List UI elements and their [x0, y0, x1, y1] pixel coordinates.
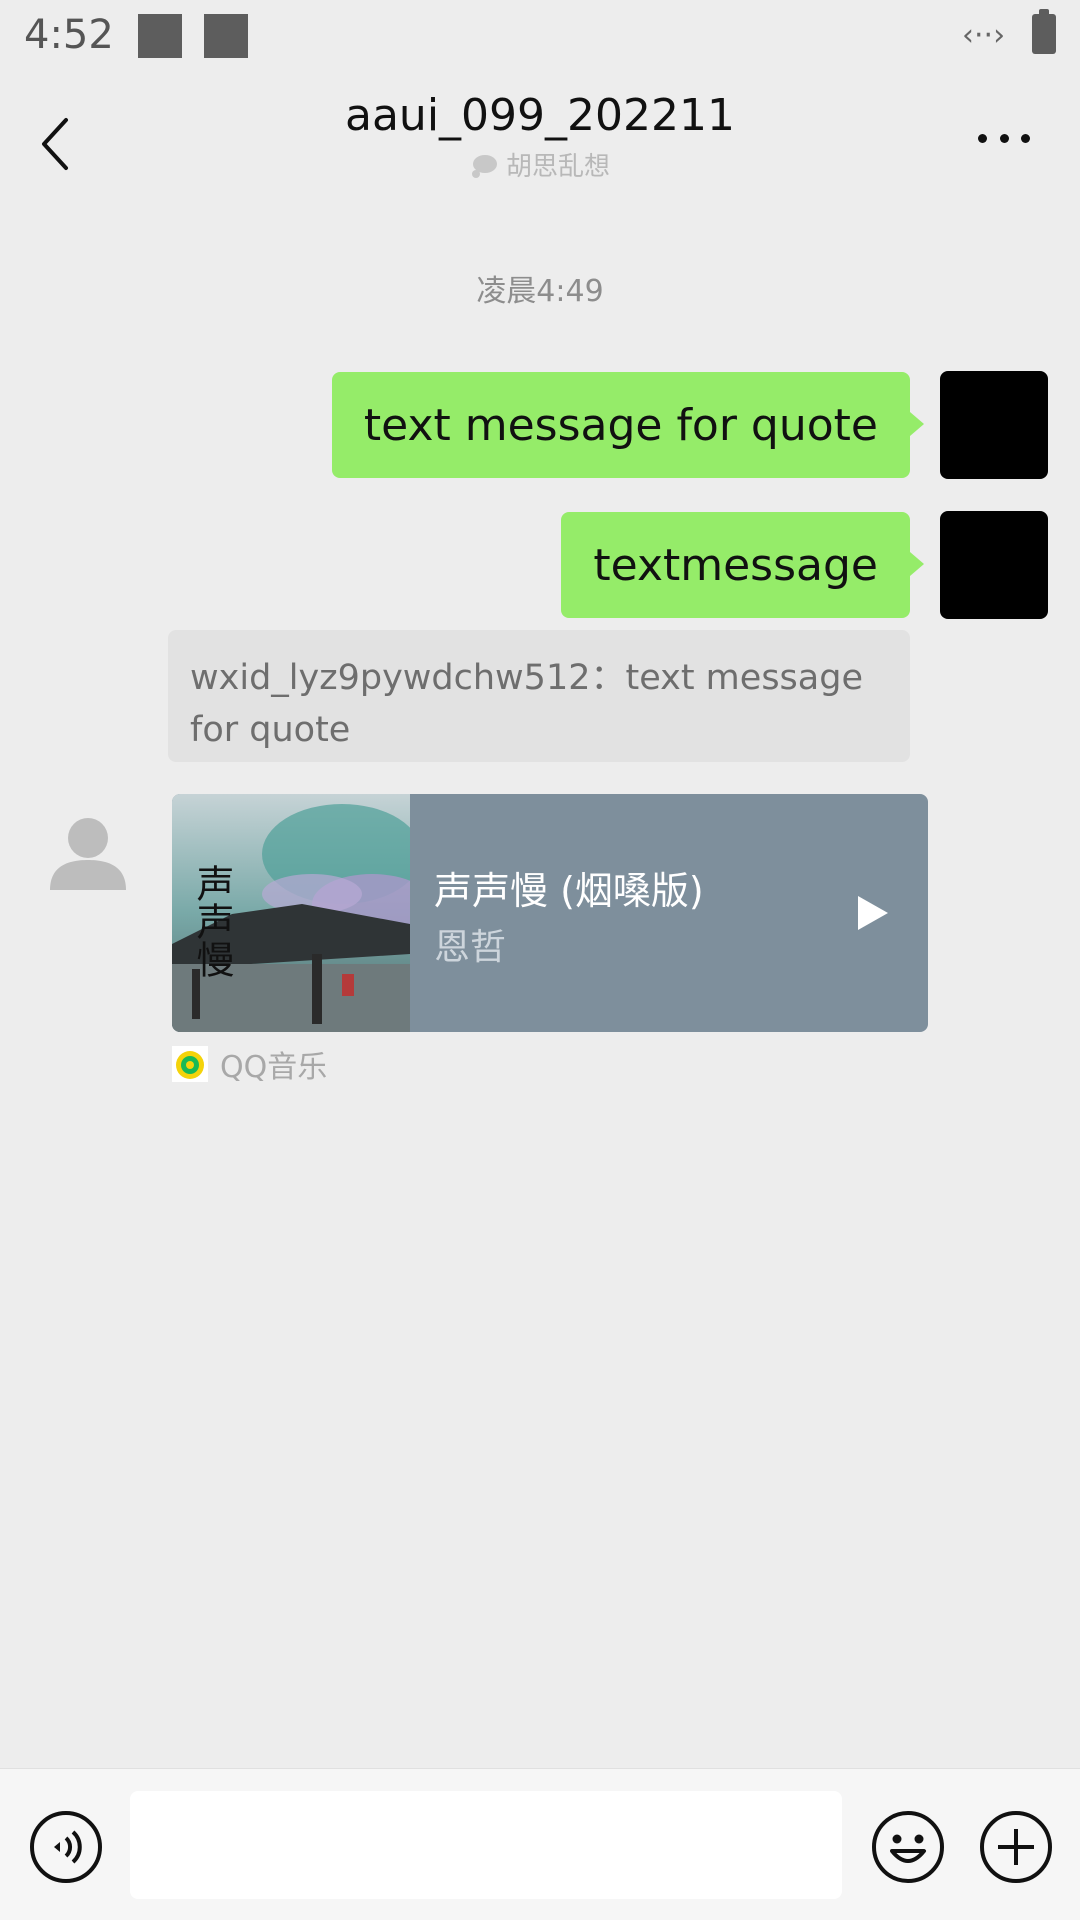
default-avatar-icon	[50, 818, 126, 890]
battery-icon	[1032, 9, 1056, 54]
emoji-icon[interactable]	[870, 1809, 946, 1885]
outgoing-message[interactable]: textmessage	[561, 512, 924, 618]
peer-avatar[interactable]	[40, 806, 136, 902]
album-art: 声声慢	[172, 794, 410, 1032]
message-timestamp: 凌晨4:49	[476, 274, 604, 309]
music-card[interactable]: 声声慢 声声慢 (烟嗓版) 恩哲	[172, 794, 928, 1032]
chat-header: aaui_099_202211 胡思乱想	[0, 76, 1080, 200]
self-avatar[interactable]	[940, 511, 1048, 619]
status-bubble-icon	[471, 155, 497, 178]
message-input[interactable]	[130, 1791, 842, 1899]
qq-music-icon	[172, 1046, 208, 1082]
back-button[interactable]	[36, 114, 80, 174]
status-text: 胡思乱想	[505, 152, 610, 182]
quote-text: wxid_lyz9pywdchw512：text message for quo…	[190, 658, 863, 750]
more-icon-dot	[999, 133, 1009, 143]
song-artist: 恩哲	[434, 927, 507, 968]
album-art-text: 声声慢	[190, 864, 234, 978]
more-button[interactable]	[972, 120, 1036, 156]
more-icon-dot	[1021, 133, 1030, 143]
message-text: textmessage	[593, 539, 878, 591]
outgoing-message[interactable]: text message for quote	[331, 372, 925, 478]
plus-icon[interactable]	[978, 1809, 1054, 1885]
status-time: 4:52	[24, 12, 114, 58]
song-title: 声声慢 (烟嗓版)	[434, 869, 704, 913]
notification-icon	[204, 14, 248, 58]
status-bar: 4:52 ‹··›	[0, 0, 1080, 76]
input-bar	[0, 1768, 1080, 1920]
play-icon[interactable]	[856, 894, 890, 932]
music-source: QQ音乐	[172, 1044, 328, 1085]
data-transfer-icon: ‹··›	[962, 18, 1006, 53]
chat-title: aaui_099_202211	[345, 90, 735, 141]
source-label: QQ音乐	[220, 1050, 328, 1085]
chat-status: 胡思乱想	[300, 146, 780, 183]
quoted-message[interactable]: wxid_lyz9pywdchw512：text message for quo…	[168, 630, 910, 762]
message-text: text message for quote	[363, 399, 878, 451]
self-avatar[interactable]	[940, 371, 1048, 479]
back-arrow-icon	[42, 118, 68, 170]
notification-icon	[138, 14, 182, 58]
voice-icon[interactable]	[28, 1809, 104, 1885]
more-icon	[978, 133, 987, 143]
